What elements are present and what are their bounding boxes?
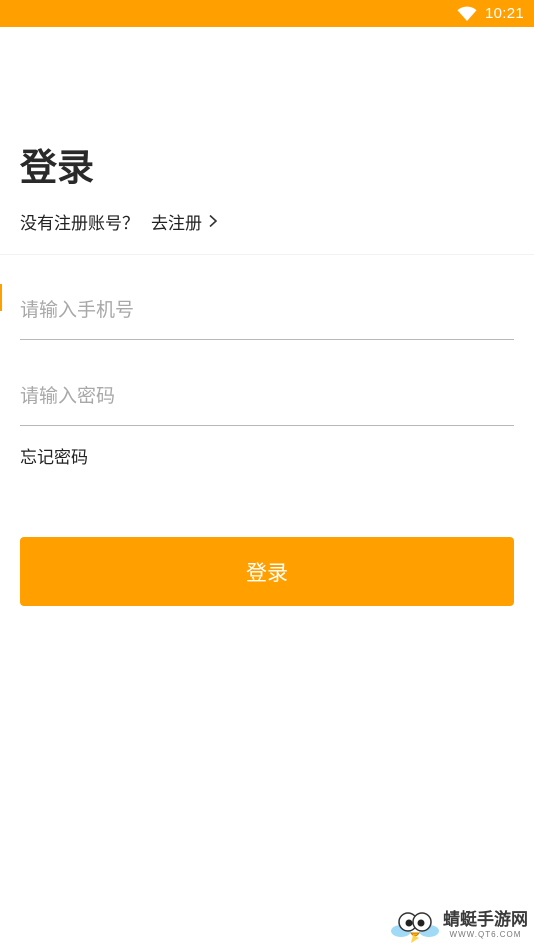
status-time: 10:21 [484, 5, 524, 22]
status-bar: 10:21 [0, 0, 534, 27]
chevron-right-icon [209, 214, 218, 228]
watermark-url: WWW.QT6.COM [449, 930, 522, 939]
no-account-text: 没有注册账号？ [20, 213, 139, 234]
page-title: 登录 [20, 146, 94, 189]
password-field[interactable] [20, 366, 514, 426]
register-link[interactable]: 去注册 [151, 209, 218, 234]
password-input[interactable] [20, 366, 514, 425]
wifi-icon [457, 6, 477, 21]
forgot-password-link[interactable]: 忘记密码 [20, 443, 88, 468]
watermark: 蜻蜓手游网 WWW.QT6.COM [391, 905, 528, 945]
phone-field[interactable] [20, 280, 514, 340]
header-divider [0, 254, 534, 255]
watermark-name: 蜻蜓手游网 [443, 910, 528, 930]
register-link-label: 去注册 [151, 213, 202, 234]
phone-input[interactable] [20, 280, 514, 339]
login-button[interactable]: 登录 [20, 537, 514, 606]
dragonfly-mascot-icon [391, 912, 439, 943]
text-cursor [0, 284, 2, 311]
register-prompt: 没有注册账号？ 去注册 [20, 209, 218, 234]
